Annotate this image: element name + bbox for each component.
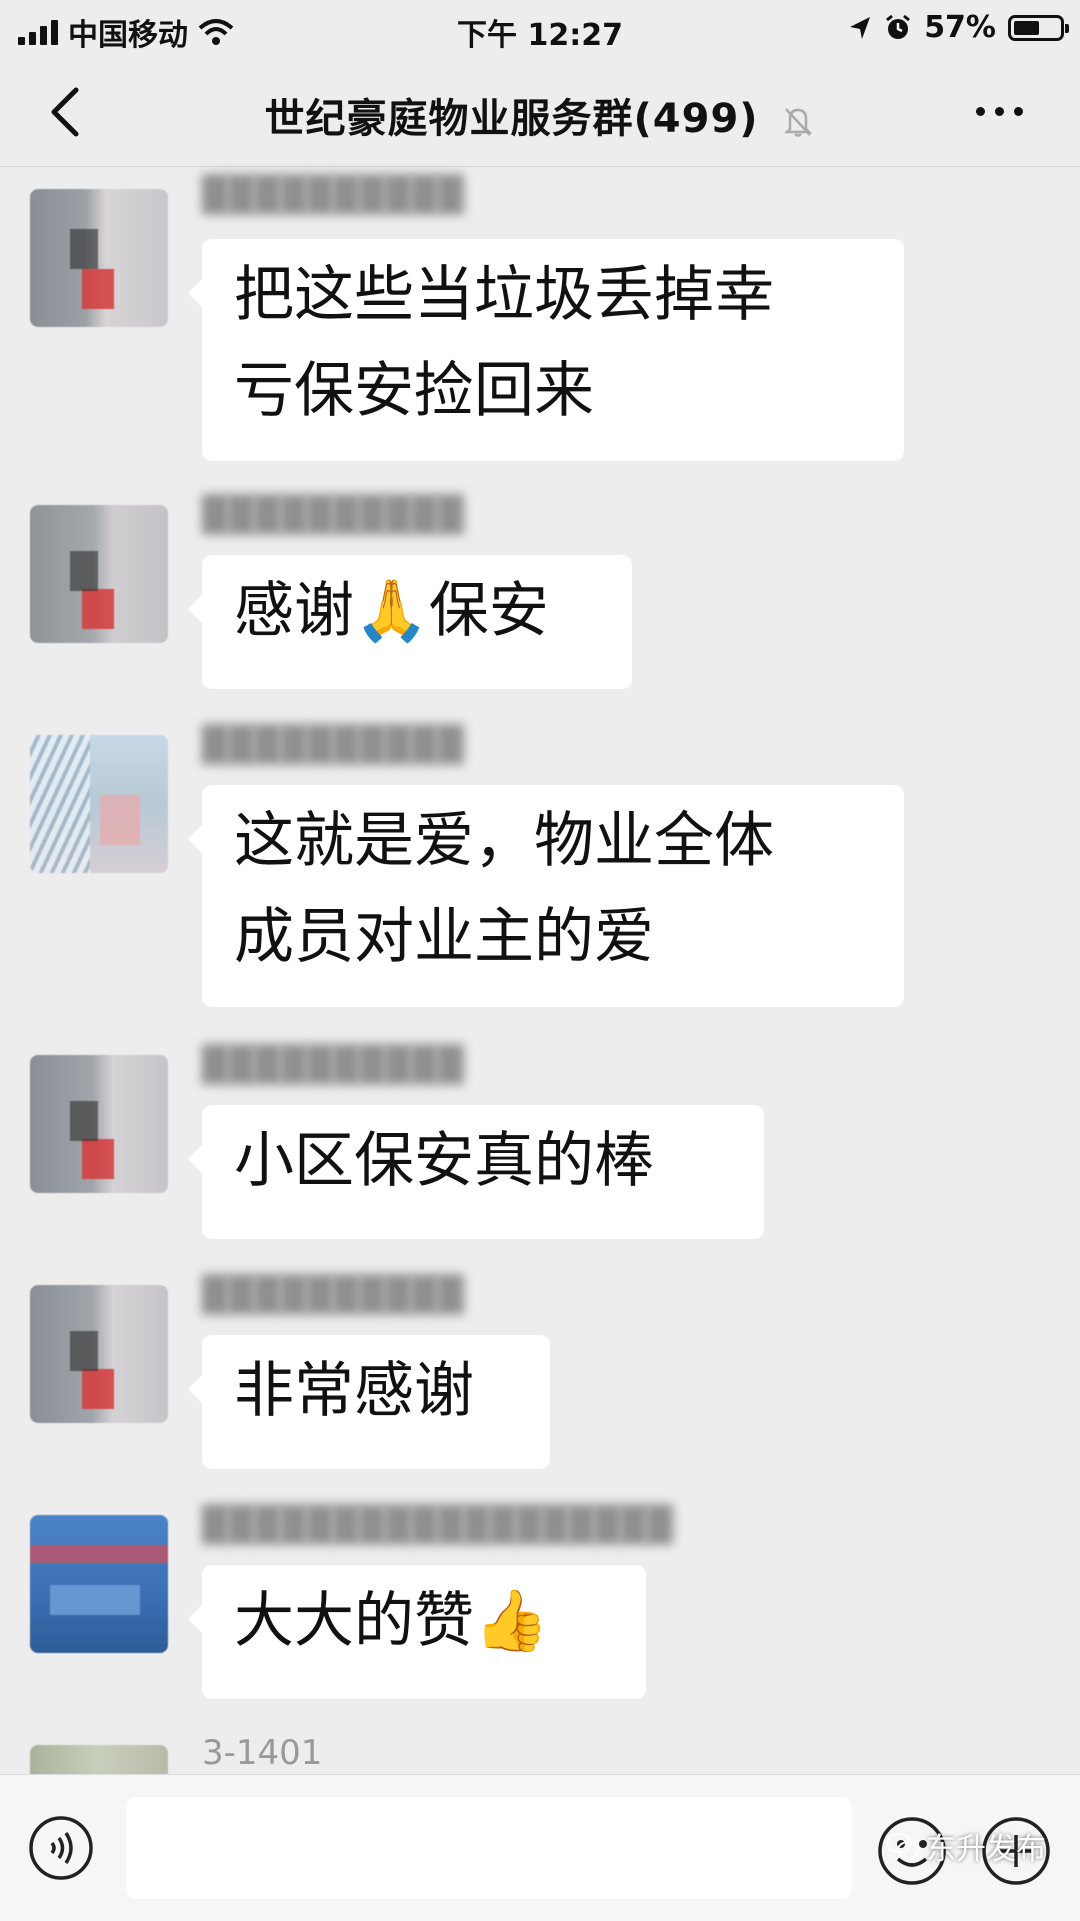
- watermark-text: 东升发布: [926, 1832, 1046, 1867]
- message-line: 亏保安捡回来: [234, 356, 594, 426]
- message-bubble[interactable]: 非常感谢: [188, 1335, 550, 1469]
- sender-name: 3-1401: [202, 1733, 323, 1773]
- message-line: 感谢🙏保安: [234, 576, 549, 646]
- avatar[interactable]: [30, 505, 168, 643]
- message-bubble[interactable]: 小区保安真的棒: [188, 1105, 764, 1239]
- message-line: 小区保安真的棒: [234, 1126, 654, 1196]
- location-arrow-icon: [850, 16, 871, 39]
- more-dots-icon[interactable]: [976, 96, 1036, 126]
- voice-icon[interactable]: [28, 1815, 94, 1881]
- mute-bell-icon: [783, 108, 812, 137]
- wechat-logo-icon: [886, 1833, 919, 1859]
- avatar[interactable]: [30, 1285, 168, 1423]
- message-input[interactable]: [126, 1797, 852, 1899]
- message-bubble[interactable]: 把这些当垃圾丢掉幸 亏保安捡回来: [188, 239, 904, 461]
- message-bubble[interactable]: 感谢🙏保安: [188, 555, 632, 689]
- chat-title: 世纪豪庭物业服务群(499): [0, 86, 1080, 144]
- nav-bar: 世纪豪庭物业服务群(499): [0, 56, 1080, 167]
- sender-name: ██████████████████: [202, 1505, 673, 1545]
- message-line: 大大的赞👍: [234, 1586, 549, 1656]
- sender-name: ██████████: [202, 725, 464, 765]
- sender-name: ██████████: [202, 175, 464, 215]
- sender-name: ██████████: [202, 495, 464, 535]
- avatar[interactable]: [30, 1055, 168, 1193]
- message-line: 非常感谢: [234, 1356, 474, 1426]
- avatar[interactable]: [30, 1515, 168, 1653]
- message-bubble[interactable]: 这就是爱，物业全体 成员对业主的爱: [188, 785, 904, 1007]
- sender-name: ██████████: [202, 1045, 464, 1085]
- message-line: 成员对业主的爱: [234, 902, 654, 972]
- battery-icon: [1008, 14, 1069, 41]
- alarm-icon: [886, 14, 911, 39]
- avatar[interactable]: [30, 735, 168, 873]
- message-bubble[interactable]: 大大的赞👍: [188, 1565, 646, 1699]
- chat-title-text: 世纪豪庭物业服务群(499): [264, 96, 759, 142]
- message-line: 把这些当垃圾丢掉幸: [234, 260, 774, 330]
- watermark: 东升发布: [886, 1824, 1046, 1868]
- status-right: 57%: [848, 10, 1069, 45]
- battery-percent: 57%: [924, 10, 996, 45]
- message-line: 这就是爱，物业全体: [234, 806, 774, 876]
- sender-name: ██████████: [202, 1275, 464, 1315]
- avatar[interactable]: [30, 189, 168, 327]
- status-bar: 中国移动 下午 12:27 57%: [0, 0, 1080, 56]
